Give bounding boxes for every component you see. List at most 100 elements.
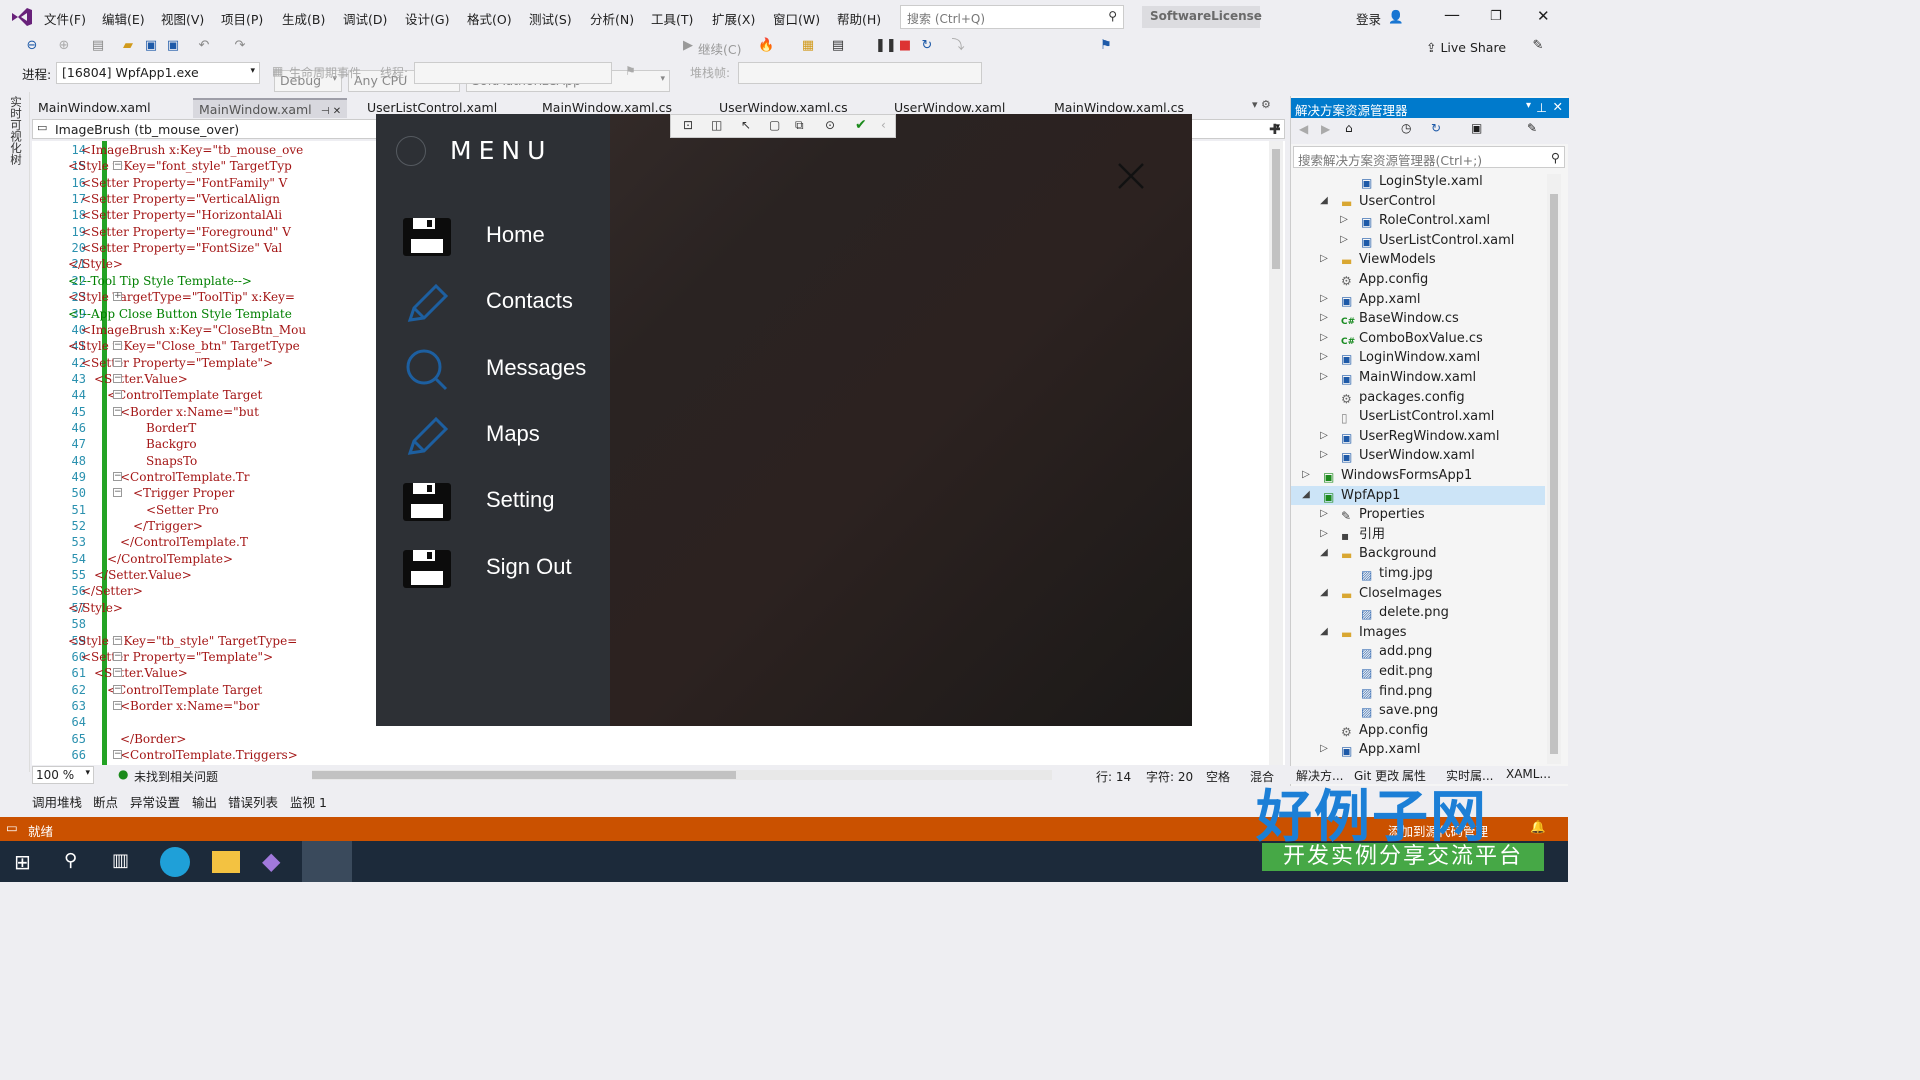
tree-node[interactable]: ▬ Background bbox=[1341, 544, 1437, 563]
properties-icon[interactable]: ✎ bbox=[1527, 121, 1537, 135]
tree-node[interactable]: ▨ timg.jpg bbox=[1361, 564, 1433, 583]
chevron-down-icon[interactable]: ▾ bbox=[1526, 100, 1531, 111]
collapsed-arrow-icon[interactable]: ▷ bbox=[1319, 449, 1329, 460]
bottom-tab[interactable]: 断点 bbox=[93, 792, 118, 811]
scroll-thumb[interactable] bbox=[1272, 149, 1280, 269]
fold-toggle-icon[interactable]: − bbox=[113, 373, 122, 383]
refresh-icon[interactable]: ↻ bbox=[1431, 121, 1441, 135]
tab-close-icon[interactable]: ⊣ ✕ bbox=[318, 106, 341, 117]
menu-item-setting[interactable]: Setting bbox=[486, 487, 555, 513]
tree-node[interactable]: ▣ LoginStyle.xaml bbox=[1361, 172, 1483, 191]
fold-toggle-icon[interactable]: − bbox=[113, 357, 122, 367]
horizontal-scrollbar[interactable] bbox=[312, 770, 1052, 780]
tree-node[interactable]: ⚙ App.config bbox=[1341, 721, 1428, 740]
collapse-all-icon[interactable]: ▣ bbox=[1471, 121, 1482, 135]
pointer-icon[interactable]: ↖ bbox=[741, 118, 751, 132]
process-dropdown[interactable]: [16804] WpfApp1.exe ▾ bbox=[56, 62, 260, 84]
license-badge[interactable]: SoftwareLicense bbox=[1142, 6, 1262, 28]
menu-item[interactable]: 编辑(E) bbox=[102, 9, 145, 28]
minimize-icon[interactable]: — bbox=[1444, 5, 1460, 24]
fold-toggle-icon[interactable]: − bbox=[113, 668, 122, 678]
feedback-icon[interactable]: ✎ bbox=[1530, 38, 1546, 54]
expanded-arrow-icon[interactable]: ◢ bbox=[1319, 547, 1329, 558]
tree-node[interactable]: ▣ RoleControl.xaml bbox=[1361, 211, 1490, 230]
menu-item[interactable]: 项目(P) bbox=[221, 9, 263, 28]
history-icon[interactable]: ◷ bbox=[1401, 121, 1411, 135]
collapsed-arrow-icon[interactable]: ▷ bbox=[1319, 293, 1329, 304]
tree-node[interactable]: ⚙ packages.config bbox=[1341, 388, 1465, 407]
menu-item-contacts[interactable]: Contacts bbox=[486, 288, 573, 314]
fold-toggle-icon[interactable]: − bbox=[113, 161, 122, 171]
fold-toggle-icon[interactable]: − bbox=[113, 749, 122, 759]
lifecycle-events[interactable]: 生命周期事件 bbox=[289, 64, 361, 81]
solution-search-input[interactable]: 搜索解决方案资源管理器(Ctrl+;) ⚲ bbox=[1293, 146, 1565, 168]
zoom-dropdown[interactable]: 100 % ▾ bbox=[32, 766, 94, 784]
whitespace-indicator[interactable]: 空格 bbox=[1206, 768, 1230, 785]
file-explorer-icon[interactable] bbox=[212, 851, 240, 873]
collapsed-arrow-icon[interactable]: ▷ bbox=[1319, 253, 1329, 264]
menu-item-sign-out[interactable]: Sign Out bbox=[486, 554, 572, 580]
wpf-app-taskbar-button[interactable] bbox=[302, 841, 352, 882]
search-icon[interactable]: ⚲ bbox=[64, 850, 77, 871]
bottom-tab[interactable]: 输出 bbox=[192, 792, 217, 811]
tree-node[interactable]: ⚙ App.config bbox=[1341, 270, 1428, 289]
fold-toggle-icon[interactable]: − bbox=[113, 472, 122, 481]
tree-node[interactable]: ▣ LoginWindow.xaml bbox=[1341, 348, 1480, 367]
tree-node[interactable]: ▨ delete.png bbox=[1361, 603, 1449, 622]
tree-node[interactable]: ▨ find.png bbox=[1361, 682, 1433, 701]
tab[interactable]: MainWindow.xaml bbox=[32, 98, 157, 118]
open-folder-icon[interactable]: ▰ bbox=[120, 38, 136, 54]
tab-active[interactable]: MainWindow.xaml ⊣ ✕ bbox=[193, 98, 348, 118]
fold-toggle-icon[interactable]: − bbox=[113, 635, 122, 645]
notification-icon[interactable]: 🔔 bbox=[1530, 819, 1546, 835]
layout-adorner-icon[interactable]: ⧉ bbox=[795, 118, 804, 133]
fold-toggle-icon[interactable]: − bbox=[113, 684, 122, 694]
windows-start-icon[interactable]: ⊞ bbox=[14, 850, 31, 874]
flag-icon[interactable]: ⚑ bbox=[625, 64, 636, 78]
tree-node[interactable]: ▬ UserControl bbox=[1341, 192, 1436, 211]
solution-bottom-tab[interactable]: XAML... bbox=[1506, 767, 1551, 781]
menu-item[interactable]: 设计(G) bbox=[405, 9, 449, 28]
tree-node[interactable]: C# ComboBoxValue.cs bbox=[1341, 329, 1483, 348]
fold-toggle-icon[interactable]: − bbox=[113, 488, 122, 498]
editor-vertical-scrollbar[interactable] bbox=[1269, 141, 1283, 765]
search-box[interactable]: 搜索 (Ctrl+Q) ⚲ bbox=[900, 5, 1124, 29]
tree-node[interactable]: ▣ UserRegWindow.xaml bbox=[1341, 427, 1499, 446]
tree-node[interactable]: ▯ UserListControl.xaml bbox=[1341, 407, 1494, 426]
back-icon[interactable]: ⊖ bbox=[24, 38, 40, 54]
user-icon[interactable]: 👤 bbox=[1388, 9, 1404, 25]
collapsed-arrow-icon[interactable]: ▷ bbox=[1319, 528, 1329, 539]
collapsed-arrow-icon[interactable]: ▷ bbox=[1339, 214, 1349, 225]
select-element-icon[interactable]: ⊡ bbox=[683, 118, 693, 132]
visual-studio-icon[interactable]: ◆ bbox=[262, 847, 280, 875]
layout-icon[interactable]: ▤ bbox=[830, 38, 846, 54]
bottom-tab[interactable]: 异常设置 bbox=[130, 792, 180, 811]
issues-label[interactable]: 未找到相关问题 bbox=[134, 768, 218, 785]
tree-node[interactable]: ▣ UserListControl.xaml bbox=[1361, 231, 1514, 250]
menu-item-maps[interactable]: Maps bbox=[486, 421, 540, 447]
collapsed-arrow-icon[interactable]: ▷ bbox=[1339, 234, 1349, 245]
bottom-tab[interactable]: 监视 1 bbox=[290, 792, 327, 811]
expanded-arrow-icon[interactable]: ◢ bbox=[1301, 489, 1311, 500]
check-icon[interactable]: ✔ bbox=[855, 117, 867, 133]
menu-item[interactable]: 工具(T) bbox=[651, 9, 693, 28]
menu-item-home[interactable]: Home bbox=[486, 222, 545, 248]
menu-item[interactable]: 视图(V) bbox=[161, 9, 204, 28]
redo-icon[interactable]: ↷ bbox=[232, 38, 248, 54]
camera-icon[interactable]: ◫ bbox=[711, 118, 722, 132]
tree-node[interactable]: ▣ App.xaml bbox=[1341, 290, 1420, 309]
menu-item[interactable]: 格式(O) bbox=[467, 9, 512, 28]
fold-toggle-icon[interactable]: − bbox=[113, 406, 122, 416]
task-view-icon[interactable]: ▥ bbox=[112, 850, 129, 871]
scroll-thumb[interactable] bbox=[312, 771, 736, 779]
collapsed-arrow-icon[interactable]: ▷ bbox=[1319, 332, 1329, 343]
play-icon[interactable]: ▶ bbox=[680, 38, 696, 54]
forward-icon[interactable]: ⊕ bbox=[56, 38, 72, 54]
live-visual-tree-tab[interactable]: 实时可视化树 bbox=[8, 96, 24, 165]
fold-toggle-icon[interactable]: − bbox=[113, 651, 122, 661]
home-icon[interactable]: ⌂ bbox=[1345, 121, 1353, 135]
thread-dropdown[interactable] bbox=[414, 62, 612, 84]
close-window-icon[interactable]: ✕ bbox=[1537, 7, 1550, 25]
collapse-icon[interactable]: ‹ bbox=[881, 118, 886, 132]
continue-button[interactable]: 继续(C) bbox=[698, 39, 741, 58]
